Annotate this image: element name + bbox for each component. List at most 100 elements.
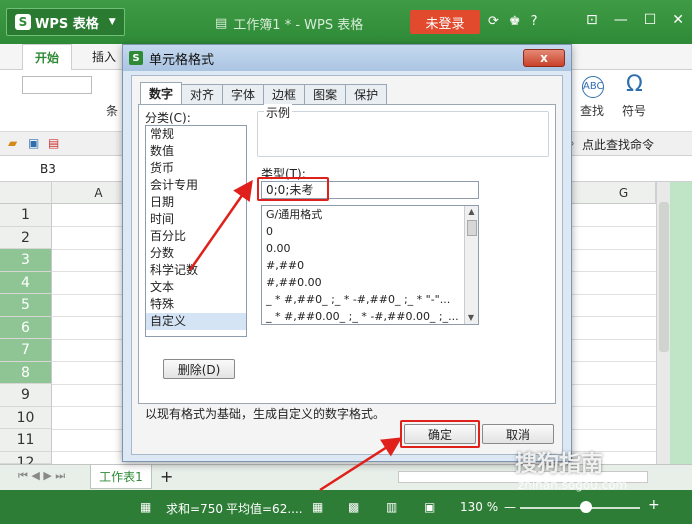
tab-protection[interactable]: 保护 xyxy=(345,84,388,104)
tab-font[interactable]: 字体 xyxy=(222,84,265,104)
row-header[interactable]: 11 xyxy=(0,429,52,452)
format-list-scrollbar[interactable]: ▲ ▼ xyxy=(464,206,478,324)
app-menu-button[interactable]: S WPS 表格 ▼ xyxy=(6,8,125,36)
close-icon[interactable]: ✕ xyxy=(672,12,684,28)
category-item[interactable]: 科学记数 xyxy=(146,262,246,279)
format-item[interactable]: #,##0 xyxy=(262,257,464,274)
skin-icon[interactable]: ♚ xyxy=(509,14,521,29)
sample-group: 示例 xyxy=(257,104,549,157)
category-item[interactable]: 分数 xyxy=(146,245,246,262)
tab-alignment[interactable]: 对齐 xyxy=(181,84,224,104)
normal-view-icon[interactable]: ▦ xyxy=(312,500,323,514)
tab-pattern[interactable]: 图案 xyxy=(304,84,347,104)
category-list[interactable]: 常规 数值 货币 会计专用 日期 时间 百分比 分数 科学记数 文本 特殊 自定… xyxy=(145,125,247,337)
tab-home[interactable]: 开始 xyxy=(22,44,73,71)
tab-border[interactable]: 边框 xyxy=(263,84,306,104)
format-item[interactable]: #,##0.00 xyxy=(262,274,464,291)
format-item[interactable]: G/通用格式 xyxy=(262,206,464,223)
row-header[interactable]: 3 xyxy=(0,249,52,272)
format-list[interactable]: G/通用格式 0 0.00 #,##0 #,##0.00 _ * #,##0_ … xyxy=(261,205,479,325)
title-bar: S WPS 表格 ▼ ▤ 工作簿1 * - WPS 表格 未登录 ⟳ ♚ ? ⊡… xyxy=(0,0,692,44)
format-cells-dialog: S 单元格格式 x 数字 对齐 字体 边框 图案 保护 分类(C): 常规 数值… xyxy=(122,44,572,462)
row-header[interactable]: 6 xyxy=(0,316,52,339)
dialog-body: 数字 对齐 字体 边框 图案 保护 分类(C): 常规 数值 货币 会计专用 日… xyxy=(131,75,563,455)
scroll-up-icon[interactable]: ▲ xyxy=(465,206,478,218)
category-item[interactable]: 货币 xyxy=(146,160,246,177)
save-icon[interactable]: ▣ xyxy=(28,136,39,150)
scroll-thumb[interactable] xyxy=(659,202,669,352)
pdf-icon[interactable]: ▤ xyxy=(48,136,59,150)
format-item[interactable]: _ * #,##0_ ;_ * -#,##0_ ;_ * "-"... xyxy=(262,291,464,308)
tab-number[interactable]: 数字 xyxy=(140,82,183,104)
window-title: ▤ 工作簿1 * - WPS 表格 xyxy=(215,16,364,33)
zoom-slider-thumb[interactable] xyxy=(580,501,592,513)
wps-logo-icon: S xyxy=(129,51,143,65)
scroll-down-icon[interactable]: ▼ xyxy=(465,312,477,324)
sheet-tab[interactable]: 工作表1 xyxy=(90,465,152,489)
category-item[interactable]: 常规 xyxy=(146,126,246,143)
category-item[interactable]: 日期 xyxy=(146,194,246,211)
category-item-selected[interactable]: 自定义 xyxy=(146,313,246,330)
page-break-icon[interactable]: ▥ xyxy=(386,500,397,514)
login-button[interactable]: 未登录 xyxy=(410,10,480,34)
row-header[interactable]: 9 xyxy=(0,384,52,407)
minimize-icon[interactable]: — xyxy=(614,12,628,28)
delete-button[interactable]: 删除(D) xyxy=(163,359,235,379)
type-input-highlight xyxy=(257,177,329,201)
document-icon: ▤ xyxy=(215,16,228,31)
open-icon[interactable]: ▰ xyxy=(8,136,17,150)
column-header[interactable]: G xyxy=(592,182,656,204)
row-header[interactable]: 8 xyxy=(0,361,52,384)
symbol-icon[interactable]: Ω xyxy=(626,72,643,97)
tab-insert[interactable]: 插入 xyxy=(92,48,116,65)
dialog-title: 单元格格式 xyxy=(149,52,215,68)
dialog-title-bar[interactable]: S 单元格格式 xyxy=(123,45,571,71)
number-format-dropdown[interactable] xyxy=(22,76,92,94)
row-header[interactable]: 7 xyxy=(0,339,52,362)
row-header[interactable]: 5 xyxy=(0,294,52,317)
category-item[interactable]: 数值 xyxy=(146,143,246,160)
sync-icon[interactable]: ⟳ xyxy=(488,14,499,29)
dialog-tabs: 数字 对齐 字体 边框 图案 保护 xyxy=(140,82,388,104)
row-header[interactable]: 1 xyxy=(0,204,52,227)
category-item[interactable]: 时间 xyxy=(146,211,246,228)
category-item[interactable]: 百分比 xyxy=(146,228,246,245)
status-sum: 求和=750 xyxy=(166,502,223,516)
status-cell-icon: ▦ xyxy=(140,500,152,514)
select-all-corner[interactable] xyxy=(0,182,52,204)
category-label: 分类(C): xyxy=(145,111,191,125)
row-header[interactable]: 12 xyxy=(0,451,52,471)
sheet-nav-arrows-icon[interactable]: ⏮ ◀ ▶ ⏭ xyxy=(18,469,65,483)
reading-mode-icon[interactable]: ▣ xyxy=(424,500,435,514)
format-item[interactable]: 0 xyxy=(262,223,464,240)
add-sheet-icon[interactable]: + xyxy=(160,467,173,486)
format-description: 以现有格式为基础，生成自定义的数字格式。 xyxy=(145,407,386,421)
find-icon[interactable]: ABC xyxy=(582,76,604,98)
scroll-thumb[interactable] xyxy=(467,220,477,236)
category-item[interactable]: 特殊 xyxy=(146,296,246,313)
vertical-scrollbar[interactable] xyxy=(656,182,670,464)
symbol-button[interactable]: 符号 xyxy=(622,102,646,119)
category-item[interactable]: 文本 xyxy=(146,279,246,296)
zoom-level[interactable]: 130 % xyxy=(460,500,498,514)
page-layout-icon[interactable]: ▩ xyxy=(348,500,359,514)
zoom-out-icon[interactable]: — xyxy=(504,500,516,514)
maximize-icon[interactable]: ☐ xyxy=(644,12,657,28)
row-header[interactable]: 2 xyxy=(0,226,52,249)
row-header[interactable]: 4 xyxy=(0,271,52,294)
zoom-in-icon[interactable]: + xyxy=(648,497,660,513)
status-bar: ▦ 求和=750 平均值=62.... ▦ ▩ ▥ ▣ 130 % — + xyxy=(0,490,692,524)
command-search[interactable]: 点此查找命令 xyxy=(582,136,654,153)
format-item[interactable]: 0.00 xyxy=(262,240,464,257)
restore-icon[interactable]: ⊡ xyxy=(586,12,598,28)
status-average: 平均值=62.... xyxy=(226,502,303,516)
cell-reference[interactable]: B3 xyxy=(40,162,56,176)
row-header[interactable]: 10 xyxy=(0,406,52,429)
condition-label[interactable]: 条 xyxy=(106,102,118,119)
cancel-button[interactable]: 取消 xyxy=(482,424,554,444)
category-item[interactable]: 会计专用 xyxy=(146,177,246,194)
format-item[interactable]: _ * #,##0.00_ ;_ * -#,##0.00_ ;_... xyxy=(262,308,464,324)
dialog-close-button[interactable]: x xyxy=(523,49,565,67)
help-icon[interactable]: ? xyxy=(531,14,538,29)
find-button[interactable]: 查找 xyxy=(580,102,604,119)
